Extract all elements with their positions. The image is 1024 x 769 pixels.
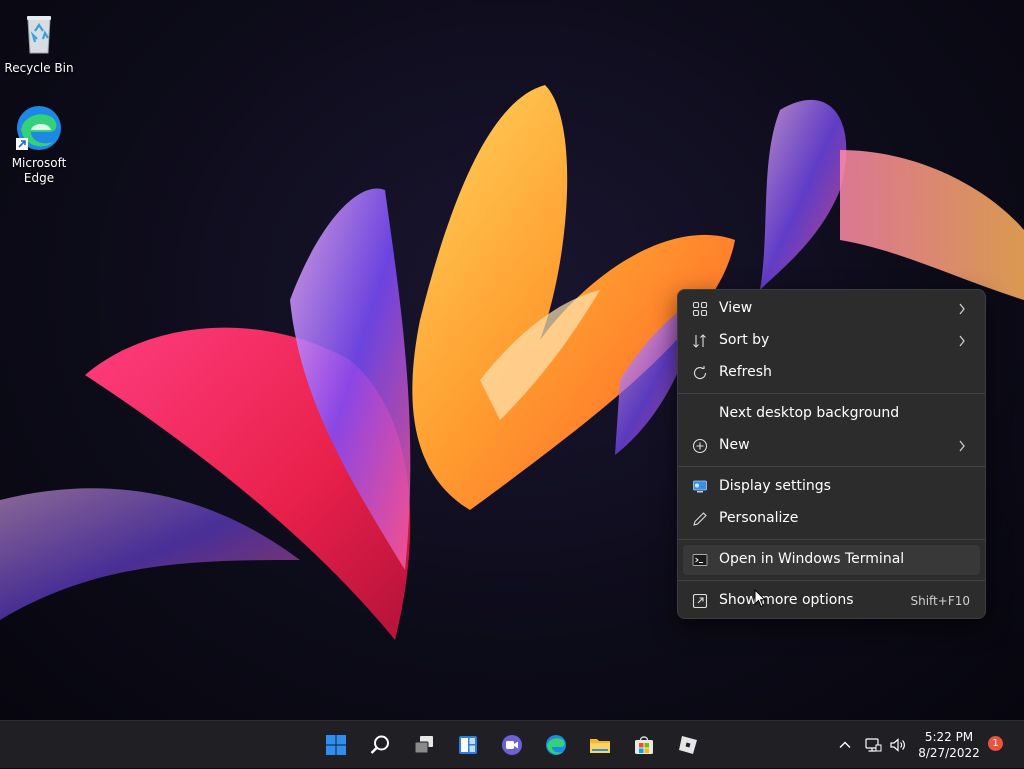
chevron-right-icon (959, 303, 965, 315)
menu-item-display-settings[interactable]: Display settings (683, 472, 980, 502)
taskbar-chat-button[interactable] (496, 729, 528, 761)
menu-item-label: Open in Windows Terminal (719, 551, 905, 567)
menu-item-label: View (719, 300, 753, 316)
menu-item-label: New (719, 437, 750, 453)
desktop[interactable]: Recycle Bin Microsoft Edge View Sort by … (0, 0, 1024, 720)
menu-separator (678, 539, 985, 540)
taskbar-start-button[interactable] (320, 729, 352, 761)
start-icon (326, 735, 346, 755)
menu-item-label: Next desktop background (719, 405, 900, 421)
grid-view-icon (692, 301, 708, 317)
menu-separator (678, 466, 985, 467)
roblox-icon (679, 736, 697, 754)
file-explorer-icon (590, 739, 610, 753)
menu-item-label: Sort by (719, 332, 770, 348)
menu-item-show-more-options[interactable]: Show more options Shift+F10 (683, 586, 980, 616)
taskbar-task-view-button[interactable] (408, 729, 440, 761)
taskbar-roblox-button[interactable] (672, 729, 704, 761)
taskbar-widgets-button[interactable] (452, 729, 484, 761)
recycle-bin-icon (27, 16, 51, 54)
store-icon (635, 736, 653, 754)
chat-icon (502, 735, 522, 755)
taskbar-store-button[interactable] (628, 729, 660, 761)
taskbar-search-button[interactable] (364, 729, 396, 761)
menu-item-view[interactable]: View (683, 294, 980, 324)
sort-icon (693, 334, 706, 348)
desktop-icon-microsoft-edge[interactable]: Microsoft Edge (1, 104, 77, 186)
desktop-icon-label: Recycle Bin (4, 61, 74, 75)
taskbar-file-explorer-button[interactable] (584, 729, 616, 761)
taskbar: 5:22 PM 8/27/2022 (0, 720, 1024, 768)
menu-item-personalize[interactable]: Personalize (683, 504, 980, 534)
desktop-icon-recycle-bin[interactable]: Recycle Bin (1, 9, 77, 76)
menu-item-new[interactable]: New (683, 431, 980, 461)
menu-item-shortcut: Shift+F10 (910, 594, 970, 608)
refresh-icon (693, 366, 707, 380)
task-view-icon (414, 736, 433, 754)
menu-item-next-desktop-background[interactable]: Next desktop background (683, 399, 980, 429)
pen-icon (693, 512, 707, 526)
clock-time: 5:22 PM (924, 730, 974, 744)
menu-item-sort-by[interactable]: Sort by (683, 326, 980, 356)
chevron-up-icon[interactable] (838, 738, 852, 752)
network-icon[interactable] (864, 736, 882, 754)
menu-separator (678, 393, 985, 394)
volume-icon[interactable] (889, 736, 907, 754)
desktop-icon-label: Microsoft Edge (11, 156, 67, 185)
more-options-icon (692, 593, 708, 609)
menu-item-open-in-windows-terminal[interactable]: Open in Windows Terminal (683, 545, 980, 575)
menu-separator (678, 580, 985, 581)
edge-icon (16, 106, 61, 150)
taskbar-edge-button[interactable] (540, 729, 572, 761)
menu-item-refresh[interactable]: Refresh (683, 358, 980, 388)
menu-item-label: Refresh (719, 364, 772, 380)
terminal-icon (692, 554, 708, 566)
menu-item-label: Display settings (719, 478, 831, 494)
clock-date: 8/27/2022 (918, 746, 980, 760)
notification-badge[interactable]: 1 (988, 736, 1003, 751)
chevron-right-icon (959, 335, 965, 347)
mouse-cursor-icon (754, 589, 766, 608)
plus-circle-icon (692, 438, 708, 454)
taskbar-clock[interactable]: 5:22 PM 8/27/2022 (914, 729, 984, 761)
widgets-icon (459, 736, 477, 754)
edge-icon (546, 735, 566, 755)
chevron-right-icon (959, 440, 965, 452)
menu-item-label: Personalize (719, 510, 799, 526)
search-icon (370, 735, 389, 754)
display-settings-icon (693, 480, 707, 493)
desktop-context-menu: View Sort by Refresh Next desktop backgr… (677, 289, 986, 619)
menu-item-label: Show more options (719, 592, 854, 608)
